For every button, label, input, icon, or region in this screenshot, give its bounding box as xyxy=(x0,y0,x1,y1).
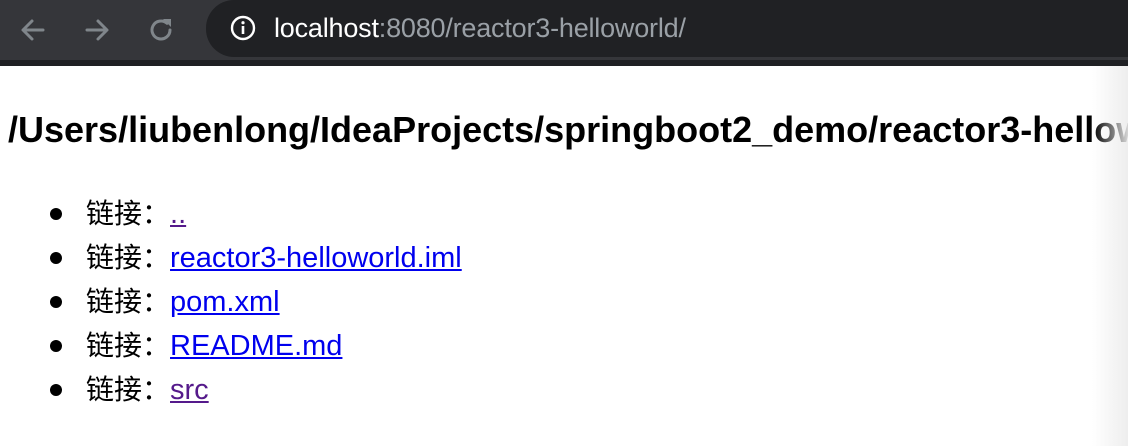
back-button[interactable] xyxy=(14,11,52,49)
file-link[interactable]: reactor3-helloworld.iml xyxy=(170,242,462,274)
link-prefix-label: 链接： xyxy=(86,285,171,318)
link-prefix-label: 链接： xyxy=(86,329,171,362)
url-host: localhost xyxy=(274,13,379,43)
page-content: /Users/liubenlong/IdeaProjects/springboo… xyxy=(0,66,1128,446)
bullet-icon xyxy=(50,384,62,396)
file-link[interactable]: README.md xyxy=(170,330,342,362)
list-item: 链接：reactor3-helloworld.iml xyxy=(0,236,462,280)
bullet-icon xyxy=(50,296,62,308)
list-item: 链接：src xyxy=(0,368,462,412)
browser-toolbar: localhost:8080/reactor3-helloworld/ xyxy=(0,0,1128,60)
file-link[interactable]: src xyxy=(170,374,209,406)
list-item: 链接：README.md xyxy=(0,324,462,368)
forward-button[interactable] xyxy=(78,11,116,49)
link-prefix-label: 链接： xyxy=(86,373,171,406)
back-arrow-icon xyxy=(21,19,45,41)
address-bar[interactable]: localhost:8080/reactor3-helloworld/ xyxy=(206,0,1128,57)
link-prefix-label: 链接： xyxy=(86,241,171,274)
reload-icon xyxy=(150,19,172,41)
url-path: :8080/reactor3-helloworld/ xyxy=(378,13,686,43)
bullet-icon xyxy=(50,340,62,352)
scroll-edge-shadow xyxy=(1092,66,1128,446)
bullet-icon xyxy=(50,208,62,220)
url-text[interactable]: localhost:8080/reactor3-helloworld/ xyxy=(274,12,686,44)
site-info-icon[interactable] xyxy=(230,15,256,41)
page-title: /Users/liubenlong/IdeaProjects/springboo… xyxy=(8,109,1128,150)
bullet-icon xyxy=(50,252,62,264)
file-link[interactable]: pom.xml xyxy=(170,286,280,318)
reload-button[interactable] xyxy=(142,11,180,49)
list-item: 链接：.. xyxy=(0,192,462,236)
forward-arrow-icon xyxy=(85,19,109,41)
file-link[interactable]: .. xyxy=(170,198,186,230)
link-prefix-label: 链接： xyxy=(86,197,171,230)
list-item: 链接：pom.xml xyxy=(0,280,462,324)
link-list: 链接：.. 链接：reactor3-helloworld.iml 链接：pom.xm… xyxy=(0,192,462,412)
